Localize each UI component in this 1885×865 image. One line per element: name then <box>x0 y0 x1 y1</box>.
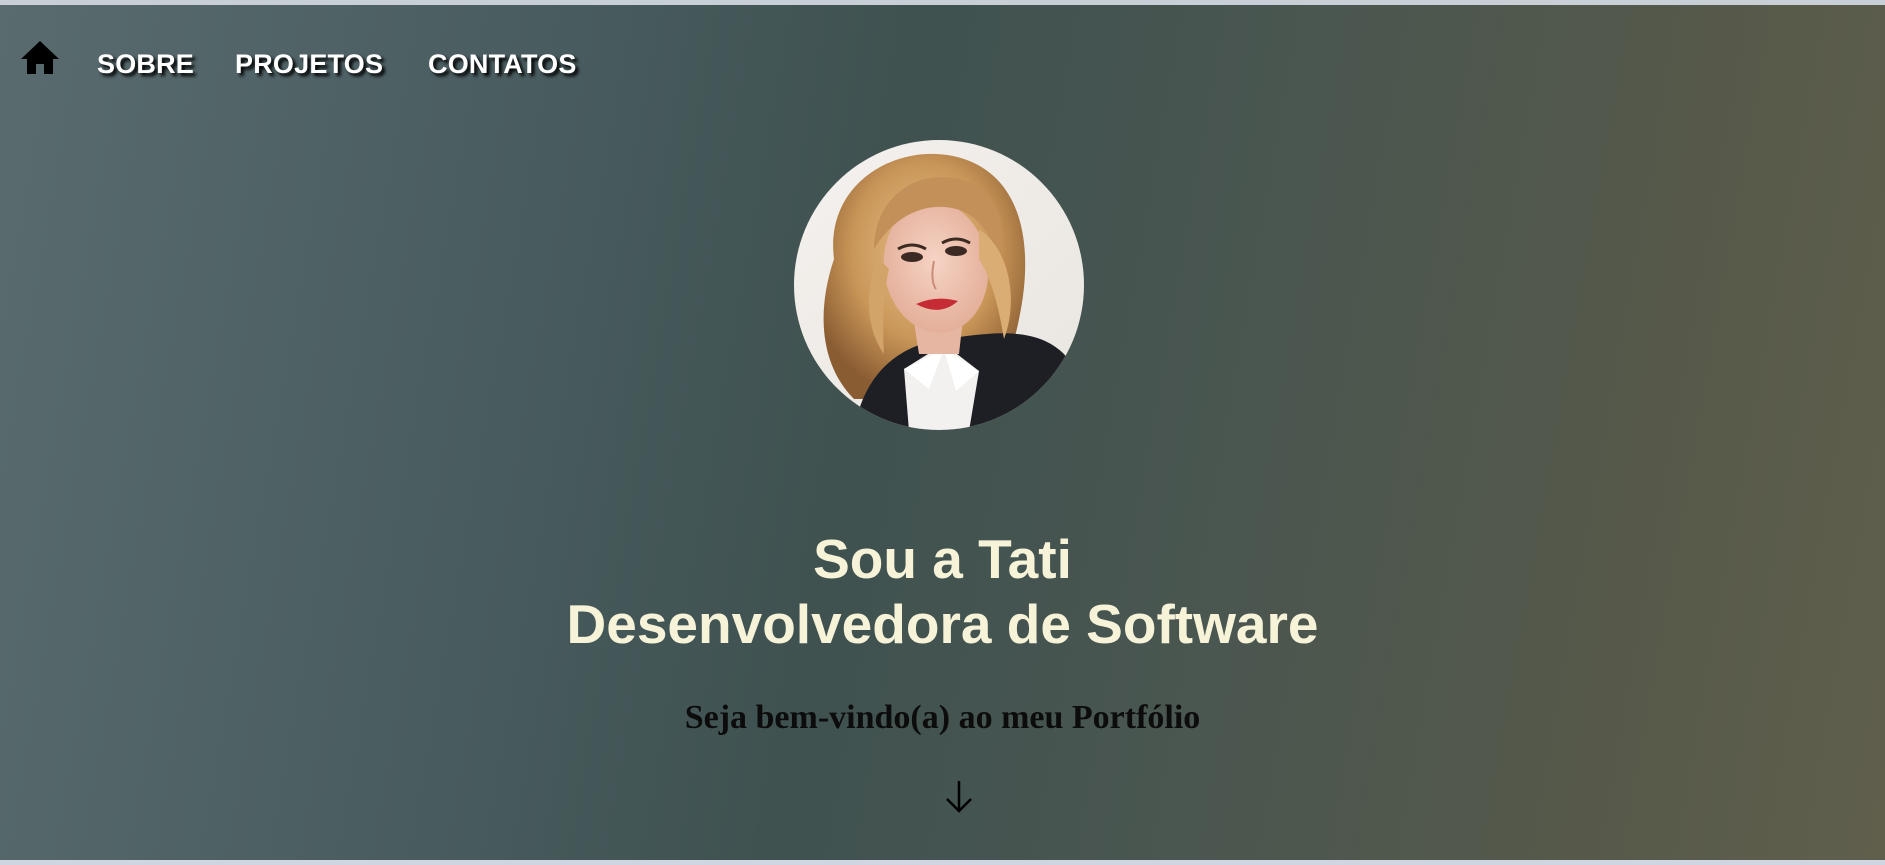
avatar <box>794 139 1084 431</box>
profile-photo <box>794 140 1084 430</box>
nav-item-sobre[interactable]: SOBRE <box>97 49 194 80</box>
main-nav: SOBRE PROJETOS CONTATOS <box>0 35 700 80</box>
welcome-text: Seja bem-vindo(a) ao meu Portfólio <box>684 699 1201 736</box>
nav-item-projetos[interactable]: PROJETOS <box>235 49 383 80</box>
home-icon <box>21 41 59 74</box>
page: SOBRE PROJETOS CONTATOS Sou a Tati Desen… <box>0 0 1885 865</box>
hero-title-line1: Sou a Tati <box>813 528 1072 590</box>
nav-item-contatos[interactable]: CONTATOS <box>428 49 577 80</box>
hero-title-line2: Desenvolvedora de Software <box>566 593 1319 655</box>
scroll-down-button[interactable] <box>943 777 975 817</box>
hero-section: SOBRE PROJETOS CONTATOS Sou a Tati Desen… <box>0 5 1885 860</box>
home-link[interactable] <box>20 38 60 78</box>
bottom-border <box>0 860 1885 865</box>
arrow-down-icon <box>946 781 972 813</box>
